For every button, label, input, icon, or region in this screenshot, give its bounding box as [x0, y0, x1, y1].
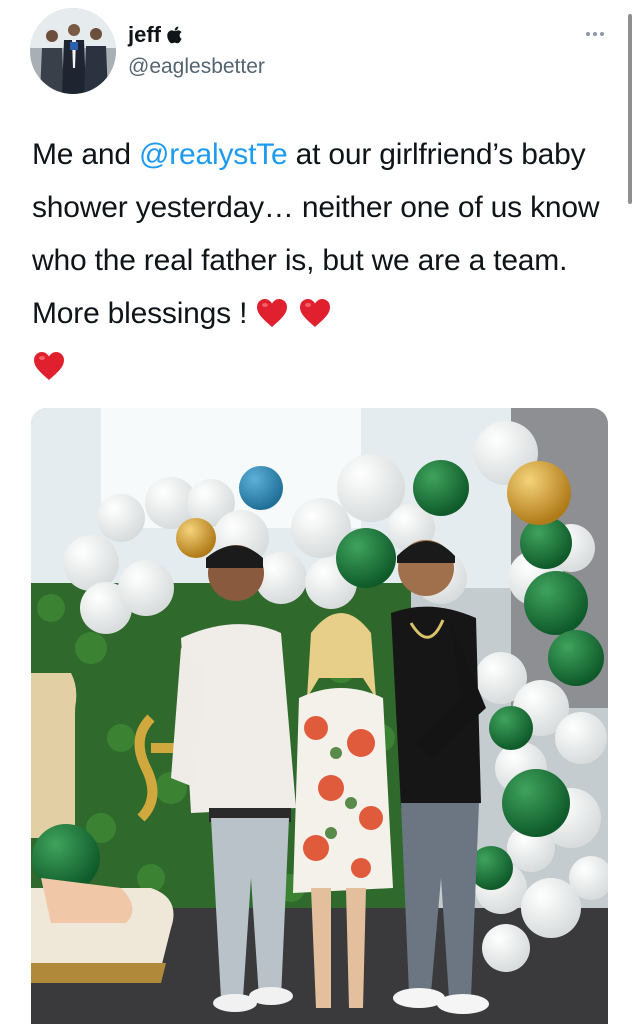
- ellipsis-icon: [586, 32, 590, 36]
- username[interactable]: @eaglesbetter: [128, 55, 265, 79]
- more-options-button[interactable]: [578, 24, 612, 44]
- display-name[interactable]: jeff: [128, 22, 161, 48]
- avatar[interactable]: [30, 8, 116, 94]
- heart-icon: [255, 293, 289, 327]
- tweet[interactable]: jeff @eaglesbetter Me and @realystTe at …: [0, 0, 638, 1024]
- tweet-text-part1: Me and: [32, 138, 139, 171]
- tweet-text: Me and @realystTe at our girlfriend’s ba…: [32, 128, 602, 393]
- scroll-indicator[interactable]: [628, 14, 632, 204]
- display-name-row[interactable]: jeff: [128, 22, 183, 48]
- heart-icon: [32, 346, 66, 380]
- apple-logo-icon: [167, 26, 183, 44]
- tweet-photo[interactable]: [31, 408, 608, 1024]
- mention-link[interactable]: @realystTe: [139, 138, 288, 171]
- heart-icon: [298, 293, 332, 327]
